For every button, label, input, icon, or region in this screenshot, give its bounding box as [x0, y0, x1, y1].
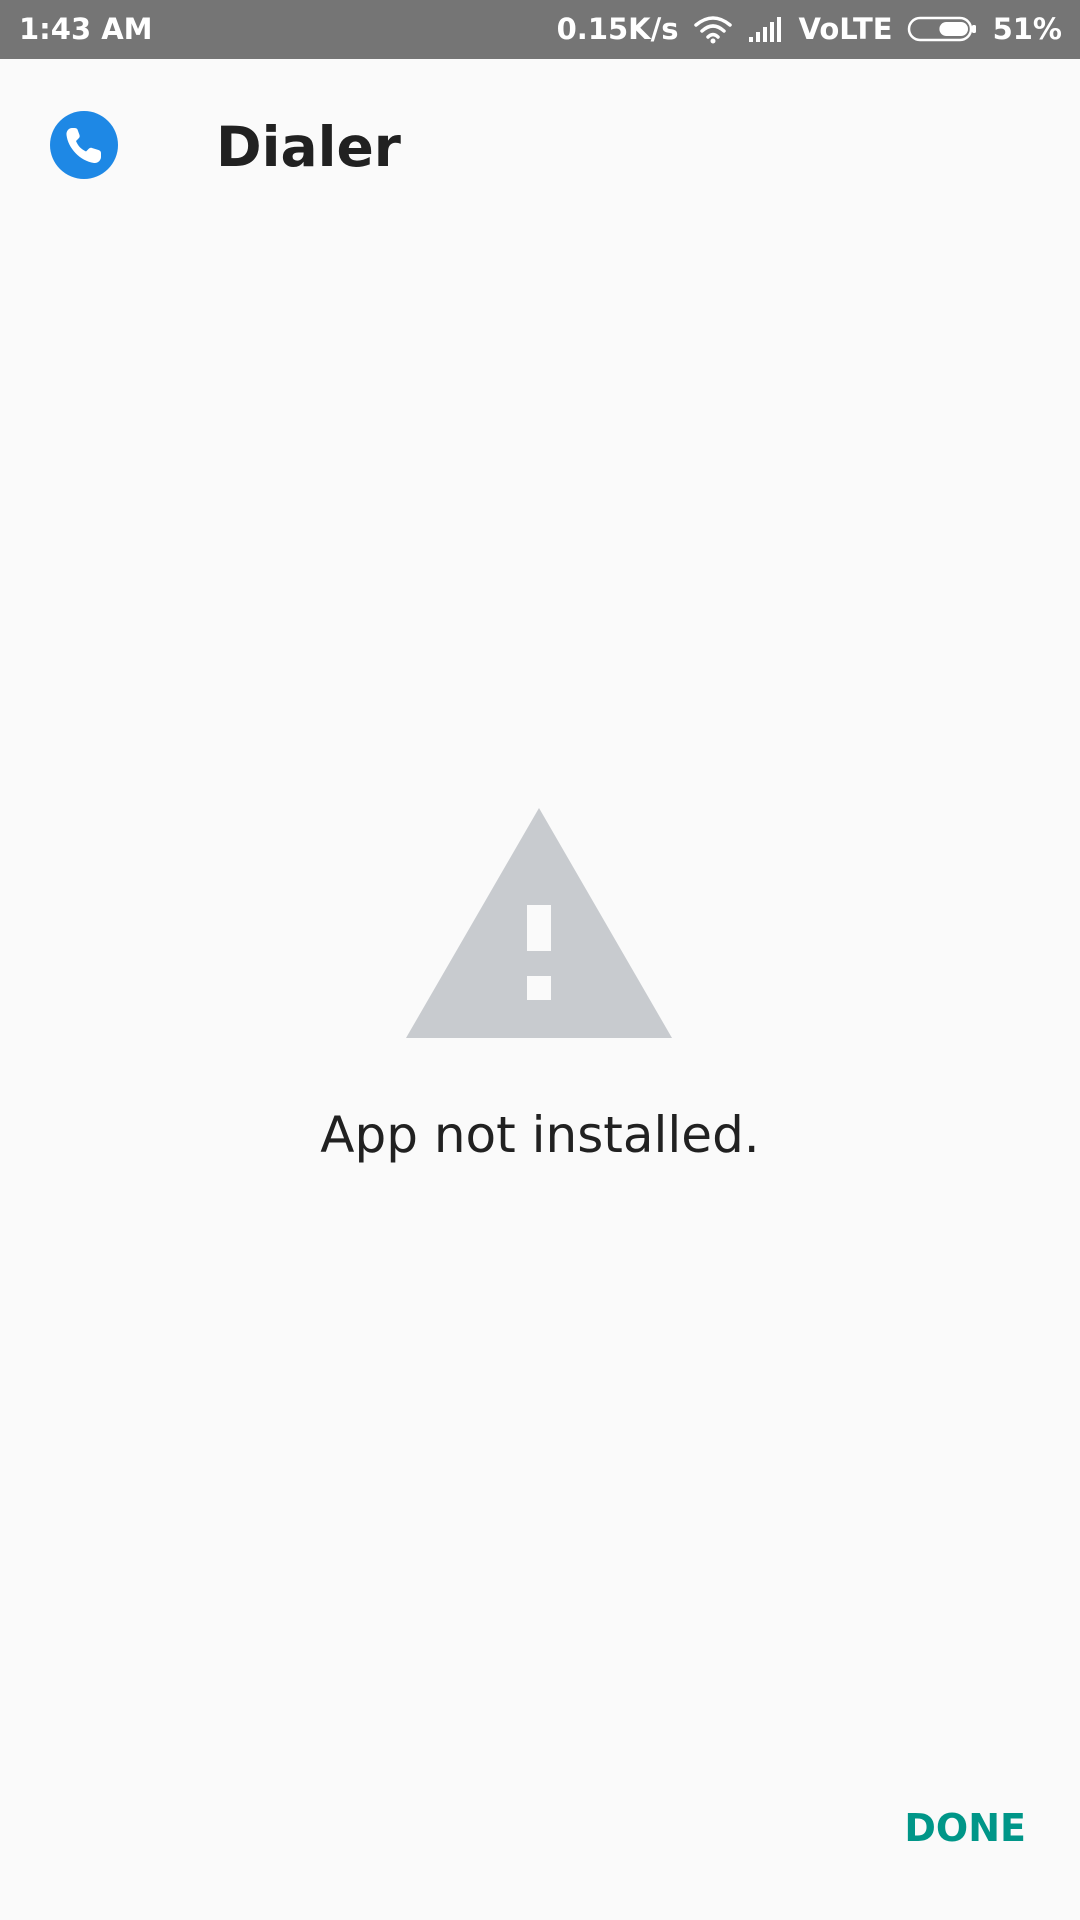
status-time: 1:43 AM — [19, 12, 153, 46]
signal-icon — [747, 15, 785, 43]
phone-icon — [50, 111, 118, 179]
status-bar: 1:43 AM 0.15K/s VoLTE 51% — [0, 0, 1080, 59]
status-message: App not installed. — [320, 1106, 760, 1164]
app-header: Dialer — [0, 59, 1080, 229]
done-button[interactable]: DONE — [892, 1794, 1038, 1862]
status-indicators: 0.15K/s VoLTE 51% — [557, 12, 1062, 46]
warning-icon — [406, 808, 672, 1038]
battery-icon — [907, 15, 979, 43]
network-speed: 0.15K/s — [556, 12, 679, 46]
network-type: VoLTE — [798, 12, 893, 46]
battery-percent: 51% — [992, 12, 1062, 46]
app-title: Dialer — [216, 115, 401, 179]
wifi-icon — [693, 14, 733, 44]
